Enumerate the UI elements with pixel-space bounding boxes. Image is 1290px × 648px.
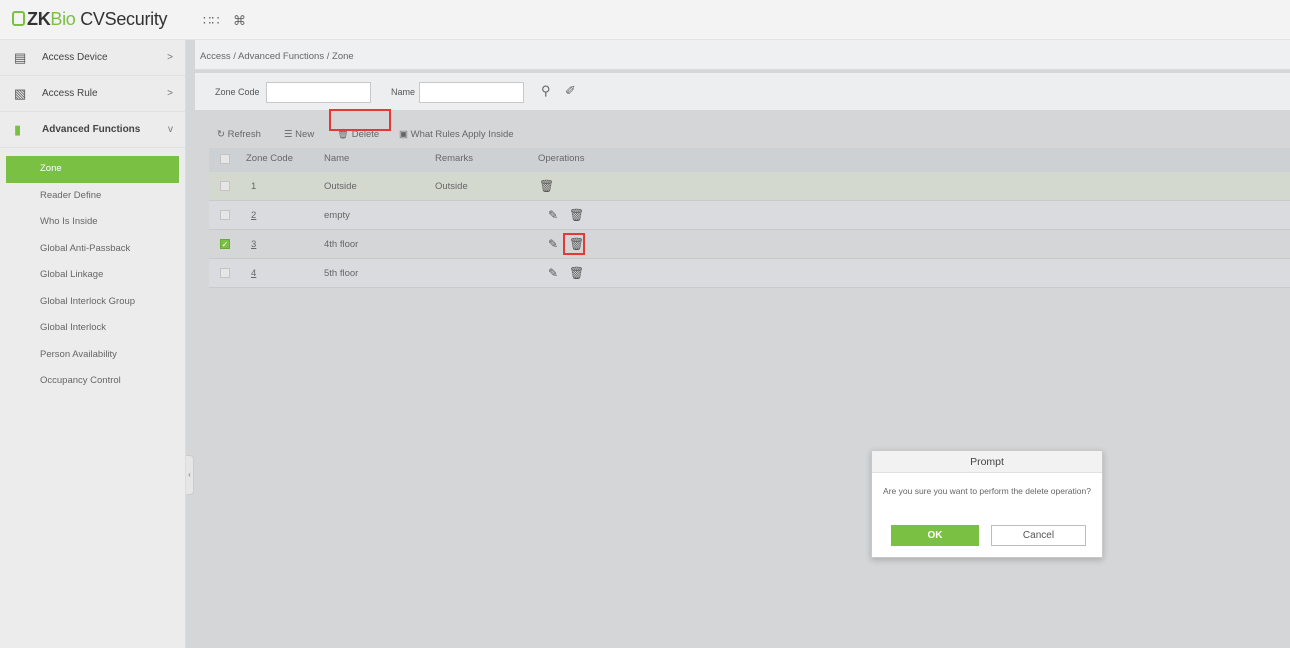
sidebar-item-global-anti-passback[interactable]: Global Anti-Passback xyxy=(0,236,185,263)
logo-text-bio: Bio xyxy=(50,9,76,29)
cancel-button[interactable]: Cancel xyxy=(991,525,1086,546)
row-checkbox[interactable] xyxy=(220,268,230,278)
row-checkbox[interactable] xyxy=(220,181,230,191)
refresh-icon: ↻ xyxy=(217,129,225,140)
sidebar-item-global-linkage[interactable]: Global Linkage xyxy=(0,262,185,289)
device-icon: ▤ xyxy=(14,50,27,65)
delete-icon-highlight xyxy=(563,233,585,255)
breadcrumb: Access / Advanced Functions / Zone xyxy=(195,40,1290,70)
clear-icon[interactable]: ✐ xyxy=(565,83,576,99)
table-row[interactable]: 4 5th floor ✎ 🗑 xyxy=(209,259,1290,288)
table-row[interactable]: 2 empty ✎ 🗑 xyxy=(209,201,1290,230)
chevron-down-icon: v xyxy=(168,124,173,135)
zone-code-link[interactable]: 4 xyxy=(251,259,256,288)
edit-icon[interactable]: ✎ xyxy=(548,230,558,259)
column-header-zone-code[interactable]: Zone Code xyxy=(246,148,293,170)
zone-table: Zone Code Name Remarks Operations 1 Outs… xyxy=(209,148,1290,288)
apps-grid-icon[interactable]: ∷∷ xyxy=(203,13,220,29)
column-header-remarks[interactable]: Remarks xyxy=(435,148,473,170)
sidebar-item-reader-define[interactable]: Reader Define xyxy=(0,183,185,210)
zone-code-cell: 1 xyxy=(251,181,257,192)
refresh-label: Refresh xyxy=(227,129,261,140)
logo-mark-icon xyxy=(12,11,25,26)
sidebar-group-label: Access Rule xyxy=(42,88,98,99)
sidebar-group-advanced-functions[interactable]: ▮ Advanced Functions v xyxy=(0,112,185,148)
new-icon: ☰ xyxy=(284,129,293,140)
app-logo: ZKBio CVSecurity xyxy=(12,9,168,30)
sidebar-item-zone[interactable]: Zone xyxy=(6,156,179,183)
ok-button[interactable]: OK xyxy=(891,525,979,546)
dialog-message: Are you sure you want to perform the del… xyxy=(883,486,1091,496)
zone-code-link[interactable]: 3 xyxy=(251,230,256,259)
chevron-right-icon: > xyxy=(167,52,173,63)
sidebar-item-person-availability[interactable]: Person Availability xyxy=(0,342,185,369)
sidebar-group-label: Access Device xyxy=(42,52,108,63)
new-label: New xyxy=(295,129,315,140)
sidebar: ▤ Access Device > ▧ Access Rule > ▮ Adva… xyxy=(0,40,186,648)
sidebar-group-label: Advanced Functions xyxy=(42,124,141,135)
zone-code-input[interactable] xyxy=(266,82,371,103)
sidebar-item-global-interlock[interactable]: Global Interlock xyxy=(0,315,185,342)
sidebar-item-global-interlock-group[interactable]: Global Interlock Group xyxy=(0,289,185,316)
sidebar-group-access-device[interactable]: ▤ Access Device > xyxy=(0,40,185,76)
edit-icon[interactable]: ✎ xyxy=(548,201,558,230)
confirm-dialog: Prompt Are you sure you want to perform … xyxy=(871,450,1103,558)
name-cell: 5th floor xyxy=(324,268,359,279)
new-button[interactable]: ☰ New xyxy=(284,129,314,140)
dialog-title: Prompt xyxy=(872,451,1102,473)
main-content: Access / Advanced Functions / Zone Zone … xyxy=(195,40,1290,648)
delete-button-highlight xyxy=(329,109,391,131)
table-header: Zone Code Name Remarks Operations xyxy=(209,148,1290,172)
what-rules-label: What Rules Apply Inside xyxy=(410,129,514,140)
row-checkbox[interactable]: ✓ xyxy=(220,239,230,249)
command-icon[interactable]: ⌘ xyxy=(233,13,246,29)
delete-icon[interactable]: 🗑 xyxy=(569,259,584,288)
refresh-button[interactable]: ↻ Refresh xyxy=(217,129,261,140)
sidebar-collapse-handle[interactable]: ‹ xyxy=(186,455,194,495)
column-header-name[interactable]: Name xyxy=(324,148,349,170)
sidebar-item-occupancy-control[interactable]: Occupancy Control xyxy=(0,368,185,395)
name-input[interactable] xyxy=(419,82,524,103)
row-checkbox[interactable] xyxy=(220,210,230,220)
logo-text-zk: ZK xyxy=(27,9,51,29)
search-icon[interactable]: ⚲ xyxy=(541,83,551,99)
search-bar: Zone Code Name ⚲ ✐ xyxy=(195,73,1290,110)
delete-icon[interactable]: 🗑 xyxy=(569,201,584,230)
remarks-cell: Outside xyxy=(435,181,468,192)
table-row[interactable]: 1 Outside Outside 🗑 xyxy=(209,172,1290,201)
top-header: ZKBio CVSecurity ∷∷ ⌘ xyxy=(0,0,1290,40)
door-icon: ▮ xyxy=(14,122,22,137)
rules-icon: ▣ xyxy=(399,129,408,140)
rule-icon: ▧ xyxy=(14,86,27,101)
what-rules-apply-inside-button[interactable]: ▣ What Rules Apply Inside xyxy=(399,129,514,140)
zone-code-label: Zone Code xyxy=(215,87,260,97)
column-header-operations: Operations xyxy=(538,153,585,164)
name-cell: empty xyxy=(324,210,350,221)
name-label: Name xyxy=(391,87,416,97)
table-row[interactable]: ✓ 3 4th floor ✎ 🗑 xyxy=(209,230,1290,259)
chevron-right-icon: > xyxy=(167,88,173,99)
logo-text-cvsecurity: CVSecurity xyxy=(75,9,168,29)
name-cell: 4th floor xyxy=(324,239,359,250)
delete-icon[interactable]: 🗑 xyxy=(539,172,554,201)
sidebar-item-who-is-inside[interactable]: Who Is Inside xyxy=(0,209,185,236)
name-cell: Outside xyxy=(324,181,357,192)
zone-code-link[interactable]: 2 xyxy=(251,201,256,230)
select-all-checkbox[interactable] xyxy=(220,154,230,164)
edit-icon[interactable]: ✎ xyxy=(548,259,558,288)
sidebar-group-access-rule[interactable]: ▧ Access Rule > xyxy=(0,76,185,112)
